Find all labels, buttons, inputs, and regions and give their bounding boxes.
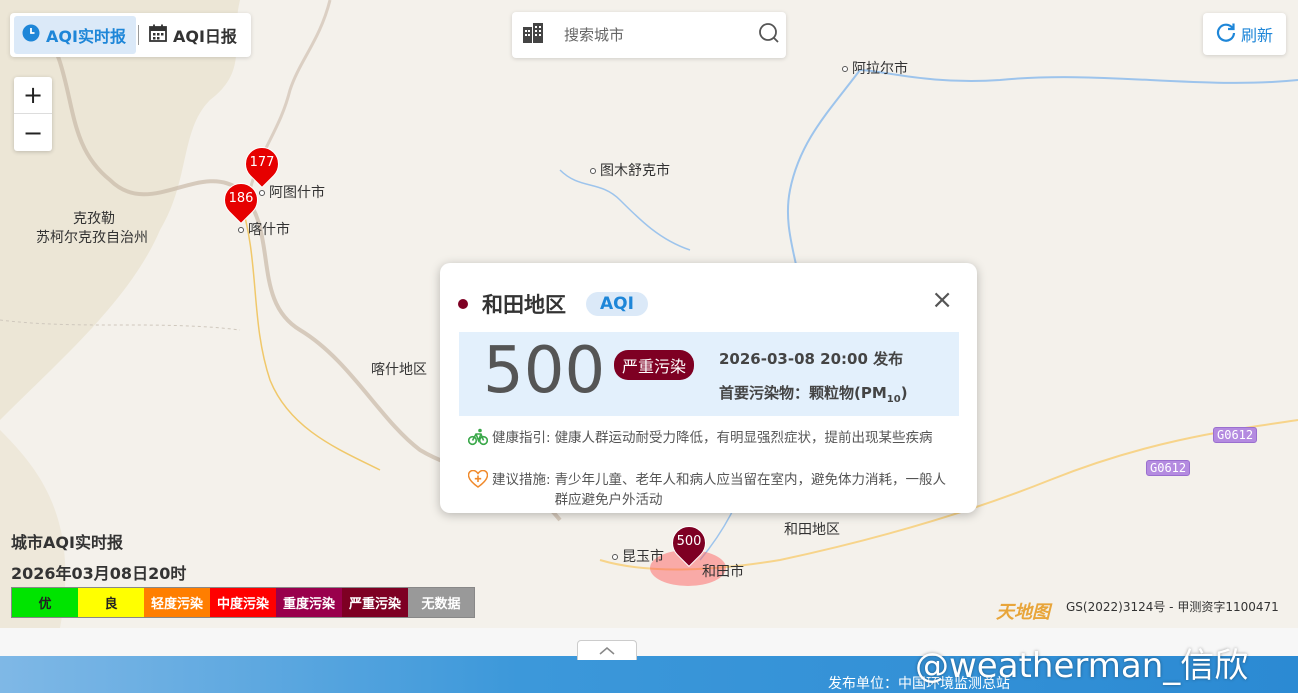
legend-level-light: 轻度污染 — [144, 588, 210, 617]
place-kezile-line2: 苏柯尔克孜自治州 — [36, 230, 148, 246]
zoom-in-button[interactable]: + — [14, 77, 52, 114]
place-hetian-city: 和田市 — [702, 564, 744, 580]
place-tumushuke: 图木舒克市 — [590, 160, 670, 180]
legend-level-nodata: 无数据 — [408, 588, 474, 617]
refresh-icon — [1216, 22, 1236, 46]
place-hetian-region: 和田地区 — [784, 522, 840, 538]
aqi-marker-hetian[interactable]: 500 — [664, 518, 714, 568]
publish-time: 2026-03-08 20:00 发布 — [719, 350, 904, 368]
place-kashi-region: 喀什地区 — [371, 362, 427, 378]
advice-measures: 建议措施: 青少年儿童、老年人和病人应当留在室内，避免体力消耗，一般人群应避免户… — [467, 469, 948, 510]
legend-date: 2026年03月08日20时 — [11, 564, 187, 583]
city-search-box — [512, 12, 786, 58]
legend-level-good: 良 — [78, 588, 144, 617]
highway-shield: G0612 — [1213, 427, 1258, 443]
legend-level-severe: 严重污染 — [342, 588, 408, 617]
search-icon[interactable] — [758, 22, 780, 48]
aqi-level-legend: 优 良 轻度污染 中度污染 重度污染 严重污染 无数据 — [11, 587, 475, 618]
bicycle-icon — [467, 428, 492, 452]
health-guidance-text: 健康人群运动耐受力降低，有明显强烈症状，提前出现某些疾病 — [554, 430, 933, 446]
aqi-tag: AQI — [586, 292, 648, 316]
city-search-input[interactable] — [564, 26, 758, 44]
legend-level-heavy: 重度污染 — [276, 588, 342, 617]
footer: 发布单位：中国环境监测总站 @weatherman_信欣 — [0, 628, 1298, 693]
level-dot — [458, 299, 468, 309]
chevron-up-icon[interactable] — [577, 640, 637, 660]
heart-plus-icon — [467, 469, 492, 510]
tianditu-logo: 天地图 — [996, 602, 1050, 623]
popup-header: 和田地区 AQI — [458, 289, 648, 319]
aqi-value: 500 — [483, 334, 606, 408]
zoom-out-button[interactable]: − — [14, 114, 52, 151]
clock-icon — [22, 24, 40, 46]
tab-aqi-daily[interactable]: AQI日报 — [141, 16, 247, 54]
report-tabs: AQI实时报 AQI日报 — [10, 13, 251, 57]
legend-level-moderate: 中度污染 — [210, 588, 276, 617]
weibo-watermark: @weatherman_信欣 — [915, 646, 1249, 686]
primary-pollutant: 首要污染物：颗粒物(PM10) — [719, 384, 908, 405]
close-icon[interactable]: × — [931, 287, 953, 313]
place-kezile-line1: 克孜勒 — [73, 211, 115, 227]
calendar-icon — [149, 24, 167, 46]
place-kunyu: 昆玉市 — [612, 546, 664, 566]
aqi-info-popup: 和田地区 AQI × 500 严重污染 2026-03-08 20:00 发布 … — [440, 263, 977, 513]
marker-value: 500 — [676, 534, 702, 549]
zoom-control: + − — [14, 77, 52, 151]
popup-region-name: 和田地区 — [482, 293, 566, 317]
aqi-summary-panel: 500 严重污染 2026-03-08 20:00 发布 首要污染物：颗粒物(P… — [459, 332, 959, 416]
marker-value: 186 — [228, 191, 254, 206]
highway-shield: G0612 — [1146, 460, 1191, 476]
map-license: GS(2022)3124号 - 甲测资字1100471 — [1066, 600, 1279, 614]
refresh-button[interactable]: 刷新 — [1203, 13, 1286, 55]
tab-aqi-realtime[interactable]: AQI实时报 — [14, 16, 136, 54]
legend-title: 城市AQI实时报 — [11, 533, 123, 552]
aqi-marker-kashi[interactable]: 186 — [216, 175, 266, 225]
place-alaer: 阿拉尔市 — [842, 58, 908, 78]
health-guidance: 健康指引: 健康人群运动耐受力降低，有明显强烈症状，提前出现某些疾病 — [467, 428, 948, 452]
advice-text: 青少年儿童、老年人和病人应当留在室内，避免体力消耗，一般人群应避免户外活动 — [554, 472, 947, 508]
map-canvas[interactable]: 阿拉尔市 图木舒克市 阿图什市 喀什市 克孜勒 苏柯尔克孜自治州 喀什地区 和田… — [0, 0, 1298, 628]
legend-level-excellent: 优 — [12, 588, 78, 617]
marker-value: 177 — [249, 155, 275, 170]
tab-divider — [137, 25, 139, 45]
aqi-level-badge: 严重污染 — [614, 350, 695, 380]
building-icon — [522, 23, 544, 47]
